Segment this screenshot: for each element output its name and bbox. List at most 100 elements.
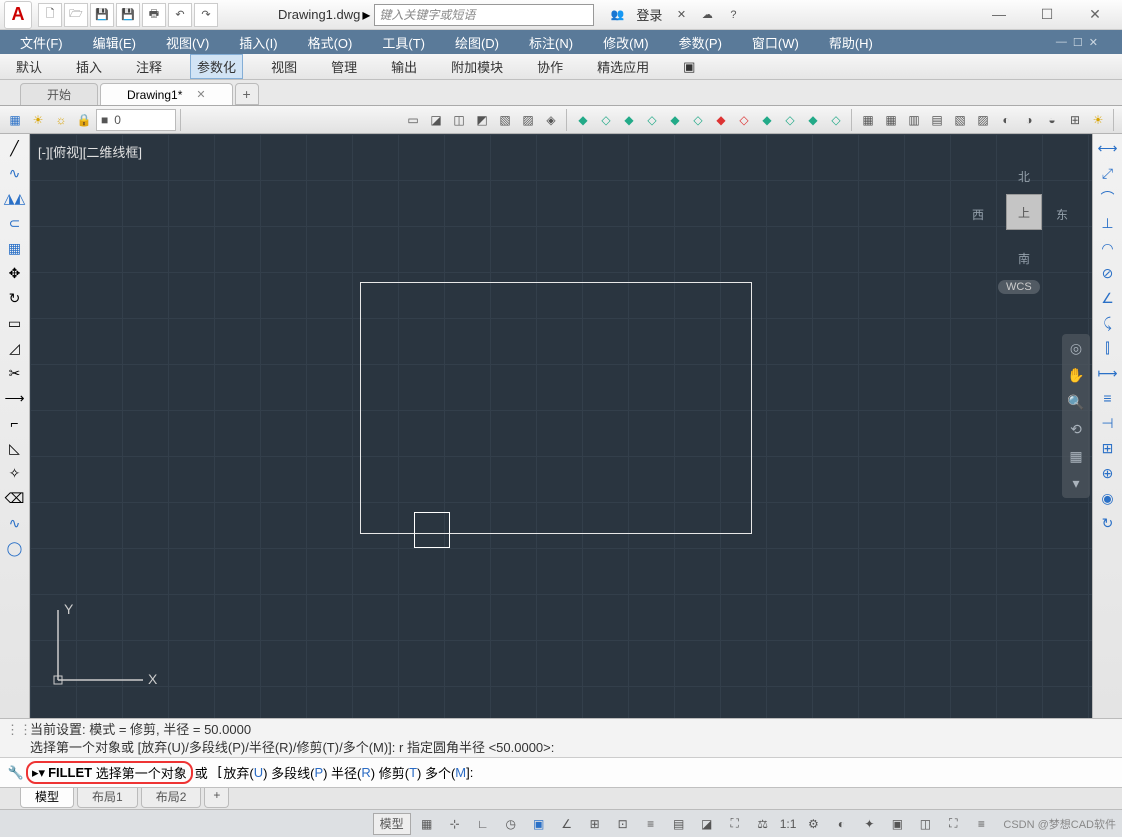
- tool-icon[interactable]: ◑: [1018, 109, 1040, 131]
- explode-icon[interactable]: ✧: [4, 463, 26, 483]
- inspect-icon[interactable]: ◉: [1097, 488, 1119, 508]
- tool-icon[interactable]: ☀: [1087, 109, 1109, 131]
- tool-icon[interactable]: ◇: [687, 109, 709, 131]
- tool-icon[interactable]: ◩: [471, 109, 493, 131]
- zoom-icon[interactable]: 🔍: [1067, 394, 1084, 411]
- otrack-toggle-icon[interactable]: ∠: [555, 813, 579, 835]
- showmotion-icon[interactable]: ▦: [1069, 448, 1082, 465]
- opt-trim[interactable]: T: [409, 765, 417, 780]
- help-icon[interactable]: ?: [720, 3, 746, 27]
- ribbon-view[interactable]: 视图: [265, 55, 303, 78]
- qp-toggle-icon[interactable]: ◪: [695, 813, 719, 835]
- ribbon-featured[interactable]: 精选应用: [591, 55, 655, 78]
- viewcube-east[interactable]: 东: [1056, 206, 1068, 223]
- viewcube-top[interactable]: 上: [1006, 194, 1042, 230]
- ribbon-insert[interactable]: 插入: [70, 55, 108, 78]
- tool-icon[interactable]: ◆: [664, 109, 686, 131]
- undo-icon[interactable]: ↶: [168, 3, 192, 27]
- ribbon-manage[interactable]: 管理: [325, 55, 363, 78]
- app-logo[interactable]: A: [4, 1, 32, 29]
- isolate-icon[interactable]: ◫: [913, 813, 937, 835]
- opt-multiple[interactable]: M: [455, 765, 466, 780]
- pan-icon[interactable]: ✋: [1067, 367, 1084, 384]
- ribbon-output[interactable]: 输出: [385, 55, 423, 78]
- rectangle-object[interactable]: [360, 282, 752, 534]
- tool-icon[interactable]: ◆: [802, 109, 824, 131]
- menu-format[interactable]: 格式(O): [308, 33, 353, 52]
- tool-icon[interactable]: ◆: [572, 109, 594, 131]
- drawing-canvas[interactable]: [-][俯视][二维线框] 北 南 西 东 上 WCS ◎ ✋ 🔍 ⟲ ▦ ▾: [30, 134, 1092, 718]
- snap-toggle-icon[interactable]: ⊹: [443, 813, 467, 835]
- menu-tools[interactable]: 工具(T): [382, 33, 425, 52]
- orbit-icon[interactable]: ⟲: [1070, 421, 1082, 438]
- array-icon[interactable]: ▦: [4, 238, 26, 258]
- polar-toggle-icon[interactable]: ◷: [499, 813, 523, 835]
- chamfer-icon[interactable]: ◺: [4, 438, 26, 458]
- tool-icon[interactable]: ◆: [710, 109, 732, 131]
- dim-ordinate-icon[interactable]: ⊥: [1097, 213, 1119, 233]
- command-line[interactable]: 🔧 ▸▾ FILLET 选择第一个对象 或 [ 放弃(U) 多段线(P) 半径(…: [0, 757, 1122, 787]
- dyn-toggle-icon[interactable]: ⊡: [611, 813, 635, 835]
- tool-icon[interactable]: ◫: [448, 109, 470, 131]
- new-icon[interactable]: 🗋: [38, 3, 62, 27]
- open-icon[interactable]: 🗁: [64, 3, 88, 27]
- tool-icon[interactable]: ◈: [540, 109, 562, 131]
- rotate-icon[interactable]: ↻: [4, 288, 26, 308]
- line-icon[interactable]: ╱: [4, 138, 26, 158]
- ellipse-icon[interactable]: ◯: [4, 538, 26, 558]
- dim-jogged-icon[interactable]: ⤹: [1097, 313, 1119, 333]
- steering-wheel-icon[interactable]: ◎: [1070, 340, 1082, 357]
- menu-file[interactable]: 文件(F): [20, 33, 63, 52]
- spline-icon[interactable]: ∿: [4, 513, 26, 533]
- grid-toggle-icon[interactable]: ▦: [415, 813, 439, 835]
- tolerance-icon[interactable]: ⊞: [1097, 438, 1119, 458]
- tool-icon[interactable]: ▤: [926, 109, 948, 131]
- tab-drawing1[interactable]: Drawing1*✕: [100, 83, 233, 105]
- tool-icon[interactable]: ◇: [733, 109, 755, 131]
- maximize-button[interactable]: ☐: [1032, 6, 1062, 23]
- dynucs-toggle-icon[interactable]: ⊞: [583, 813, 607, 835]
- viewport-label[interactable]: [-][俯视][二维线框]: [38, 142, 142, 161]
- osnap-toggle-icon[interactable]: ▣: [527, 813, 551, 835]
- dim-continue-icon[interactable]: ⟼: [1097, 363, 1119, 383]
- gear-icon[interactable]: ⚙: [801, 813, 825, 835]
- anno-vis-icon[interactable]: ✦: [857, 813, 881, 835]
- tool-icon[interactable]: ⊞: [1064, 109, 1086, 131]
- extend-icon[interactable]: ⟶: [4, 388, 26, 408]
- tool-icon[interactable]: ◐: [995, 109, 1017, 131]
- viewcube-west[interactable]: 西: [972, 206, 984, 223]
- scale-icon[interactable]: ▭: [4, 313, 26, 333]
- move-icon[interactable]: ✥: [4, 263, 26, 283]
- opt-pline[interactable]: P: [314, 765, 323, 780]
- tab-model[interactable]: 模型: [20, 788, 74, 808]
- ribbon-expand-icon[interactable]: ▣: [677, 57, 701, 77]
- layer-sun-icon[interactable]: ☼: [50, 109, 72, 131]
- dim-radius-icon[interactable]: ◠: [1097, 238, 1119, 258]
- tab-layout2[interactable]: 布局2: [141, 788, 202, 808]
- wcs-label[interactable]: WCS: [998, 280, 1040, 294]
- tool-icon[interactable]: ◒: [1041, 109, 1063, 131]
- menu-window[interactable]: 窗口(W): [752, 33, 799, 52]
- viewcube-north[interactable]: 北: [1018, 168, 1030, 185]
- tpy-toggle-icon[interactable]: ▤: [667, 813, 691, 835]
- tool-icon[interactable]: ◇: [641, 109, 663, 131]
- trim-icon[interactable]: ✂: [4, 363, 26, 383]
- layer-state-icon[interactable]: ☀: [27, 109, 49, 131]
- dim-linear-icon[interactable]: ⟷: [1097, 138, 1119, 158]
- layer-lock-icon[interactable]: 🔒: [73, 109, 95, 131]
- offset-icon[interactable]: ⊂: [4, 213, 26, 233]
- polyline-icon[interactable]: ∿: [4, 163, 26, 183]
- hw-accel-icon[interactable]: ▣: [885, 813, 909, 835]
- tool-icon[interactable]: ◆: [756, 109, 778, 131]
- tool-icon[interactable]: ◆: [618, 109, 640, 131]
- plot-icon[interactable]: 🖶: [142, 3, 166, 27]
- menu-modify[interactable]: 修改(M): [603, 33, 649, 52]
- layer-prop-icon[interactable]: ▦: [4, 109, 26, 131]
- menu-draw[interactable]: 绘图(D): [455, 33, 499, 52]
- menu-view[interactable]: 视图(V): [166, 33, 209, 52]
- ribbon-annotate[interactable]: 注释: [130, 55, 168, 78]
- tool-icon[interactable]: ◇: [595, 109, 617, 131]
- signin-button[interactable]: 登录: [630, 3, 668, 27]
- minimize-button[interactable]: —: [984, 6, 1014, 23]
- tool-icon[interactable]: ▧: [494, 109, 516, 131]
